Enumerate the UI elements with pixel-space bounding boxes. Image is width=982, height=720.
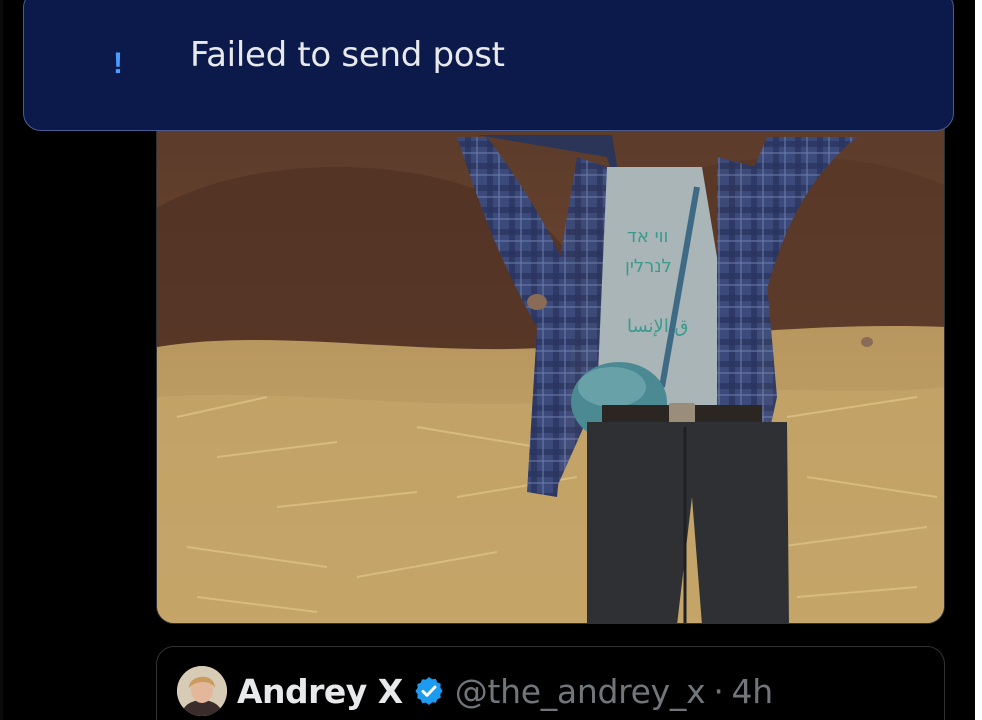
photo-image: ווי אד לנרלין ق الإنسا [157, 97, 944, 623]
exclamation-icon: ! [113, 47, 123, 80]
left-edge [0, 0, 3, 720]
quoted-post-header: Andrey X @the_andrey_x · 4h [177, 665, 773, 717]
post-photo[interactable]: ווי אד לנרלין ق الإنسا [156, 96, 945, 624]
author-handle[interactable]: @the_andrey_x [455, 672, 706, 711]
verified-badge-icon [415, 677, 443, 705]
error-toast[interactable]: ! Failed to send post [23, 0, 954, 131]
svg-text:ق الإنسا: ق الإنسا [627, 316, 689, 337]
avatar-image [177, 666, 227, 716]
author-name[interactable]: Andrey X [237, 672, 403, 711]
avatar[interactable] [177, 666, 227, 716]
screen: ווי אד לנרלין ق الإنسا ! Failed to send … [0, 0, 982, 720]
quoted-post-card[interactable]: Andrey X @the_andrey_x · 4h [156, 646, 945, 720]
svg-text:לנרלין: לנרלין [625, 256, 672, 277]
post-timestamp[interactable]: 4h [732, 672, 774, 711]
toast-message: Failed to send post [190, 35, 505, 75]
right-scroll-edge [975, 0, 982, 720]
svg-text:ווי אד: ווי אד [627, 226, 668, 247]
separator-dot: · [713, 671, 724, 711]
